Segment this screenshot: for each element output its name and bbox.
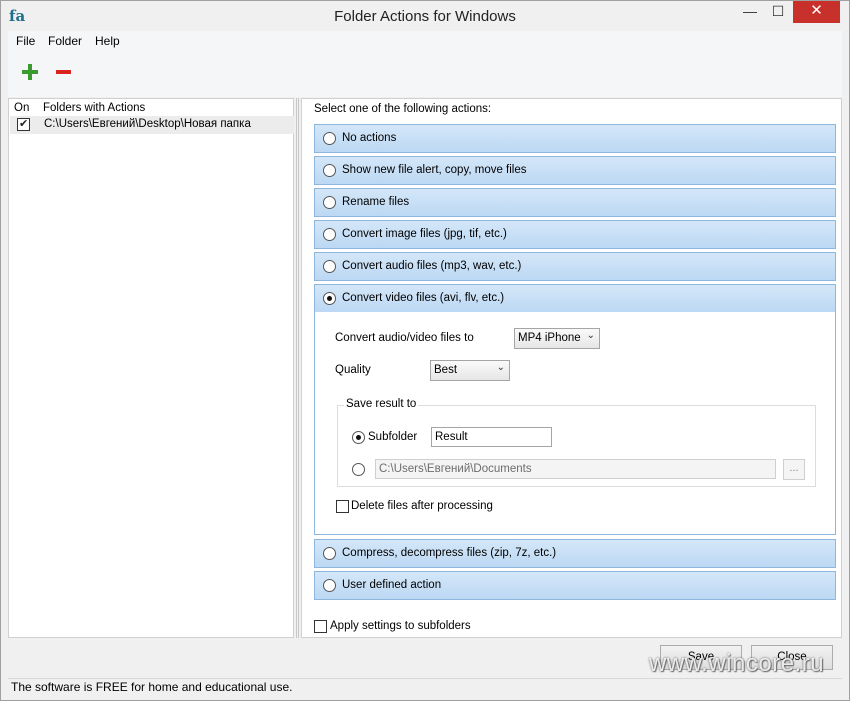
minus-icon[interactable] [56,70,71,74]
column-header-on: On [14,102,30,114]
option-convert-video[interactable]: Convert video files (avi, flv, etc.) [314,284,836,313]
custom-path-radio[interactable] [352,463,365,476]
option-label: Convert video files (avi, flv, etc.) [342,292,505,304]
option-label: Convert audio files (mp3, wav, etc.) [342,260,522,272]
video-options-panel: Convert audio/video files to MP4 iPhone … [314,312,836,535]
option-radio[interactable] [323,228,336,241]
delete-files-label: Delete files after processing [351,500,493,512]
menu-file[interactable]: File [16,34,35,48]
apply-subfolders-label: Apply settings to subfolders [330,620,471,632]
menu-folder[interactable]: Folder [48,34,82,48]
option-radio[interactable] [323,164,336,177]
minimize-button[interactable]: — [736,1,764,23]
column-header-folders: Folders with Actions [43,102,146,114]
option-label: User defined action [342,579,442,591]
list-item[interactable]: C:\Users\Евгений\Desktop\Новая папка [10,116,294,134]
option-radio[interactable] [323,132,336,145]
option-radio[interactable] [323,292,336,305]
option-radio[interactable] [323,260,336,273]
save-result-title: Save result to [344,398,419,410]
custom-path-input[interactable]: C:\Users\Евгений\Documents [375,459,776,479]
option-label: Compress, decompress files (zip, 7z, etc… [342,547,557,559]
format-select-value: MP4 iPhone [518,332,581,344]
toolbar [8,51,842,97]
status-bar: The software is FREE for home and educat… [8,678,842,695]
folder-enabled-checkbox[interactable] [17,117,30,131]
chevron-down-icon: ⌄ [586,330,595,341]
delete-files-checkbox[interactable] [336,500,349,513]
title-bar: fa Folder Actions for Windows — ☐ ✕ [1,1,849,31]
option-radio[interactable] [323,547,336,560]
plus-icon[interactable] [22,64,38,80]
close-window-button[interactable]: ✕ [793,1,840,23]
convert-to-label: Convert audio/video files to [335,332,474,344]
option-compress[interactable]: Compress, decompress files (zip, 7z, etc… [314,539,836,568]
option-convert-audio[interactable]: Convert audio files (mp3, wav, etc.) [314,252,836,281]
quality-label: Quality [335,364,371,376]
maximize-button[interactable]: ☐ [764,1,792,23]
subfolder-input[interactable]: Result [431,427,552,447]
actions-panel: Select one of the following actions: No … [301,98,842,638]
panel-splitter[interactable] [296,98,299,638]
option-user-defined[interactable]: User defined action [314,571,836,600]
option-label: Convert image files (jpg, tif, etc.) [342,228,507,240]
option-label: Rename files [342,196,410,208]
actions-instruction: Select one of the following actions: [314,103,492,115]
format-select[interactable]: MP4 iPhone ⌄ [514,328,600,349]
option-radio[interactable] [323,196,336,209]
option-file-alert[interactable]: Show new file alert, copy, move files [314,156,836,185]
save-result-group: Save result to Subfolder Result C:\Users… [337,398,816,487]
window-title: Folder Actions for Windows [334,8,516,25]
menu-help[interactable]: Help [95,34,120,48]
subfolder-radio[interactable] [352,431,365,444]
option-no-actions[interactable]: No actions [314,124,836,153]
option-convert-image[interactable]: Convert image files (jpg, tif, etc.) [314,220,836,249]
chevron-down-icon: ⌄ [496,362,505,373]
quality-select[interactable]: Best ⌄ [430,360,510,381]
option-label: Show new file alert, copy, move files [342,164,527,176]
menu-bar: File Folder Help [8,31,842,51]
watermark-text: www.wincore.ru [649,650,825,677]
app-window: fa Folder Actions for Windows — ☐ ✕ File… [0,0,850,701]
folders-list: On Folders with Actions C:\Users\Евгений… [8,98,294,638]
apply-subfolders-checkbox[interactable] [314,620,327,633]
option-radio[interactable] [323,579,336,592]
browse-button[interactable]: ... [783,459,805,480]
quality-select-value: Best [434,364,458,376]
subfolder-label: Subfolder [368,431,418,443]
option-label: No actions [342,132,397,144]
folder-path: C:\Users\Евгений\Desktop\Новая папка [44,118,251,130]
option-rename-files[interactable]: Rename files [314,188,836,217]
